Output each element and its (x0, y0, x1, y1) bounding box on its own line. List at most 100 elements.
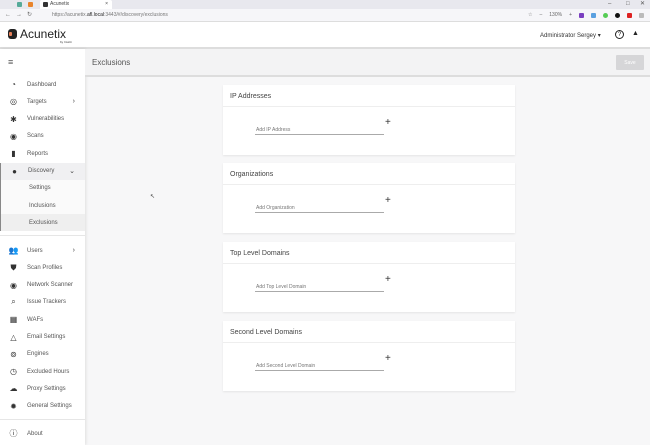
browser-toolbar: ☆ – 130% + (528, 9, 644, 22)
page-title: Exclusions (92, 58, 131, 67)
mouse-cursor-icon: ↖ (150, 194, 156, 200)
scans-icon: ◉ (10, 131, 17, 141)
sidebar-item-email-settings[interactable]: △ Email Settings (0, 329, 85, 346)
pinned-tab-icon[interactable] (28, 2, 33, 7)
sidebar-item-label: Issue Trackers (27, 299, 67, 306)
sidebar-item-dashboard[interactable]: ◔ Dashboard (0, 76, 85, 93)
close-tab-icon[interactable]: × (105, 0, 108, 9)
add-second-level-domain-input[interactable] (255, 359, 384, 371)
add-icon[interactable]: + (385, 353, 391, 364)
help-icon[interactable]: ? (615, 30, 624, 39)
logo-text: Acunetix (20, 27, 67, 41)
pinned-tab-icon[interactable] (17, 2, 22, 7)
bookmark-icon[interactable]: ☆ (528, 9, 532, 22)
sidebar-item-excluded-hours[interactable]: ◷ Excluded Hours (0, 363, 85, 380)
divider (0, 419, 85, 420)
notifications-bell-icon[interactable]: ▲ (632, 30, 639, 37)
chevron-icon[interactable]: ⌄ (69, 167, 75, 175)
add-icon[interactable]: + (385, 117, 391, 128)
email-settings-icon: △ (10, 332, 17, 342)
sidebar-item-label: Proxy Settings (27, 385, 66, 392)
logo-subtitle: by Invicti (60, 40, 72, 44)
sidebar-item-targets[interactable]: ◎ Targets › (0, 93, 85, 110)
sidebar-subitem-inclusions[interactable]: Inclusions (0, 197, 85, 215)
general-settings-icon: ✹ (10, 401, 17, 411)
tab-title: Acunetix (50, 1, 70, 7)
forward-icon[interactable]: → (16, 9, 22, 22)
extension-icon[interactable] (603, 13, 608, 18)
logo-mark-icon (8, 29, 17, 39)
sidebar-item-label: About (27, 430, 43, 437)
menu-icon[interactable] (639, 13, 644, 18)
reports-icon: ▮ (11, 149, 16, 159)
acunetix-logo[interactable]: Acunetix (8, 27, 66, 41)
user-menu[interactable]: Administrator Sergey ▾ (540, 32, 601, 39)
zoom-out-button[interactable]: – (540, 9, 543, 22)
engines-icon: ⊚ (10, 349, 17, 359)
sidebar-item-label: General Settings (27, 403, 72, 410)
card-title: Second Level Domains (223, 321, 515, 343)
issue-trackers-icon: ⌕ (11, 297, 16, 307)
sidebar-item-scans[interactable]: ◉ Scans (0, 128, 85, 145)
sidebar-item-label: Network Scanner (27, 282, 74, 289)
sidebar-item-reports[interactable]: ▮ Reports (0, 145, 85, 162)
close-window-button[interactable]: ✕ (640, 0, 645, 9)
extension-icon[interactable] (579, 13, 584, 18)
sidebar-item-discovery[interactable]: ● Discovery ⌄ (0, 162, 85, 180)
add-organization-input[interactable] (255, 201, 384, 213)
card-title: Organizations (223, 163, 515, 185)
sidebar-item-network-scanner[interactable]: ◉ Network Scanner (0, 277, 85, 294)
sidebar-item-label: Scans (27, 133, 44, 140)
organizations-card: Organizations Add Organization + (223, 163, 515, 233)
extension-icon[interactable] (627, 13, 632, 18)
back-icon[interactable]: ← (5, 9, 11, 22)
reload-icon[interactable]: ↻ (27, 9, 32, 22)
browser-tab[interactable]: Acunetix × (40, 0, 112, 9)
sidebar-item-general-settings[interactable]: ✹ General Settings (0, 398, 85, 415)
divider (0, 234, 85, 236)
address-bar: ← → ↻ https://acunetix.afl.local:3443/#/… (0, 9, 650, 22)
vulnerabilities-icon: ✱ (10, 114, 17, 124)
sidebar-item-label: Users (27, 247, 43, 254)
extension-icon[interactable] (615, 13, 620, 18)
add-icon[interactable]: + (385, 274, 391, 285)
url-domain: afl.local (87, 12, 104, 18)
dashboard-icon: ◔ (11, 80, 16, 89)
save-button[interactable]: Save (616, 55, 644, 70)
download-icon[interactable] (591, 13, 596, 18)
sidebar-item-label: Targets (27, 98, 47, 105)
sidebar-item-about[interactable]: ⓘ About (0, 425, 85, 442)
info-icon: ⓘ (9, 429, 18, 438)
maximize-button[interactable]: □ (626, 0, 630, 9)
sidebar-item-issue-trackers[interactable]: ⌕ Issue Trackers (0, 294, 85, 311)
sidebar-item-label: Scan Profiles (27, 264, 63, 271)
hamburger-menu-icon[interactable]: ≡ (8, 57, 13, 67)
add-icon[interactable]: + (385, 195, 391, 206)
proxy-settings-icon: ☁ (9, 384, 18, 394)
zoom-in-button[interactable]: + (569, 9, 572, 22)
card-title: IP Addresses (223, 85, 515, 107)
sidebar-item-wafs[interactable]: ▦ WAFs (0, 311, 85, 328)
chevron-icon[interactable]: › (73, 247, 75, 254)
url-path: :3443/#/discovery/exclusions (103, 12, 168, 18)
add-top-level-domain-input[interactable] (255, 280, 384, 292)
url-field[interactable]: https://acunetix.afl.local:3443/#/discov… (52, 9, 168, 22)
wafs-icon: ▦ (9, 315, 18, 325)
sidebar-item-scan-profiles[interactable]: ⛊ Scan Profiles (0, 259, 85, 276)
browser-tab-bar: Acunetix × – □ ✕ (0, 0, 650, 9)
sidebar-subitem-exclusions[interactable]: Exclusions (0, 214, 85, 232)
zoom-level: 130% (549, 12, 563, 18)
add-ip-address-input[interactable] (255, 123, 384, 135)
sidebar-item-label: WAFs (27, 316, 44, 323)
minimize-button[interactable]: – (608, 0, 611, 9)
ip-addresses-card: IP Addresses Add IP Address + (223, 85, 515, 155)
chevron-icon[interactable]: › (73, 98, 75, 105)
sidebar-item-proxy-settings[interactable]: ☁ Proxy Settings (0, 380, 85, 397)
sidebar-item-users[interactable]: 👥 Users › (0, 242, 85, 259)
sidebar-subitem-settings[interactable]: Settings (0, 179, 85, 197)
sidebar-item-label: Inclusions (29, 202, 56, 209)
second-level-domains-card: Second Level Domains Add Second Level Dom… (223, 321, 515, 391)
sidebar-item-engines[interactable]: ⊚ Engines (0, 346, 85, 363)
scan-profiles-icon: ⛊ (10, 262, 17, 272)
sidebar-item-vulnerabilities[interactable]: ✱ Vulnerabilities (0, 111, 85, 128)
